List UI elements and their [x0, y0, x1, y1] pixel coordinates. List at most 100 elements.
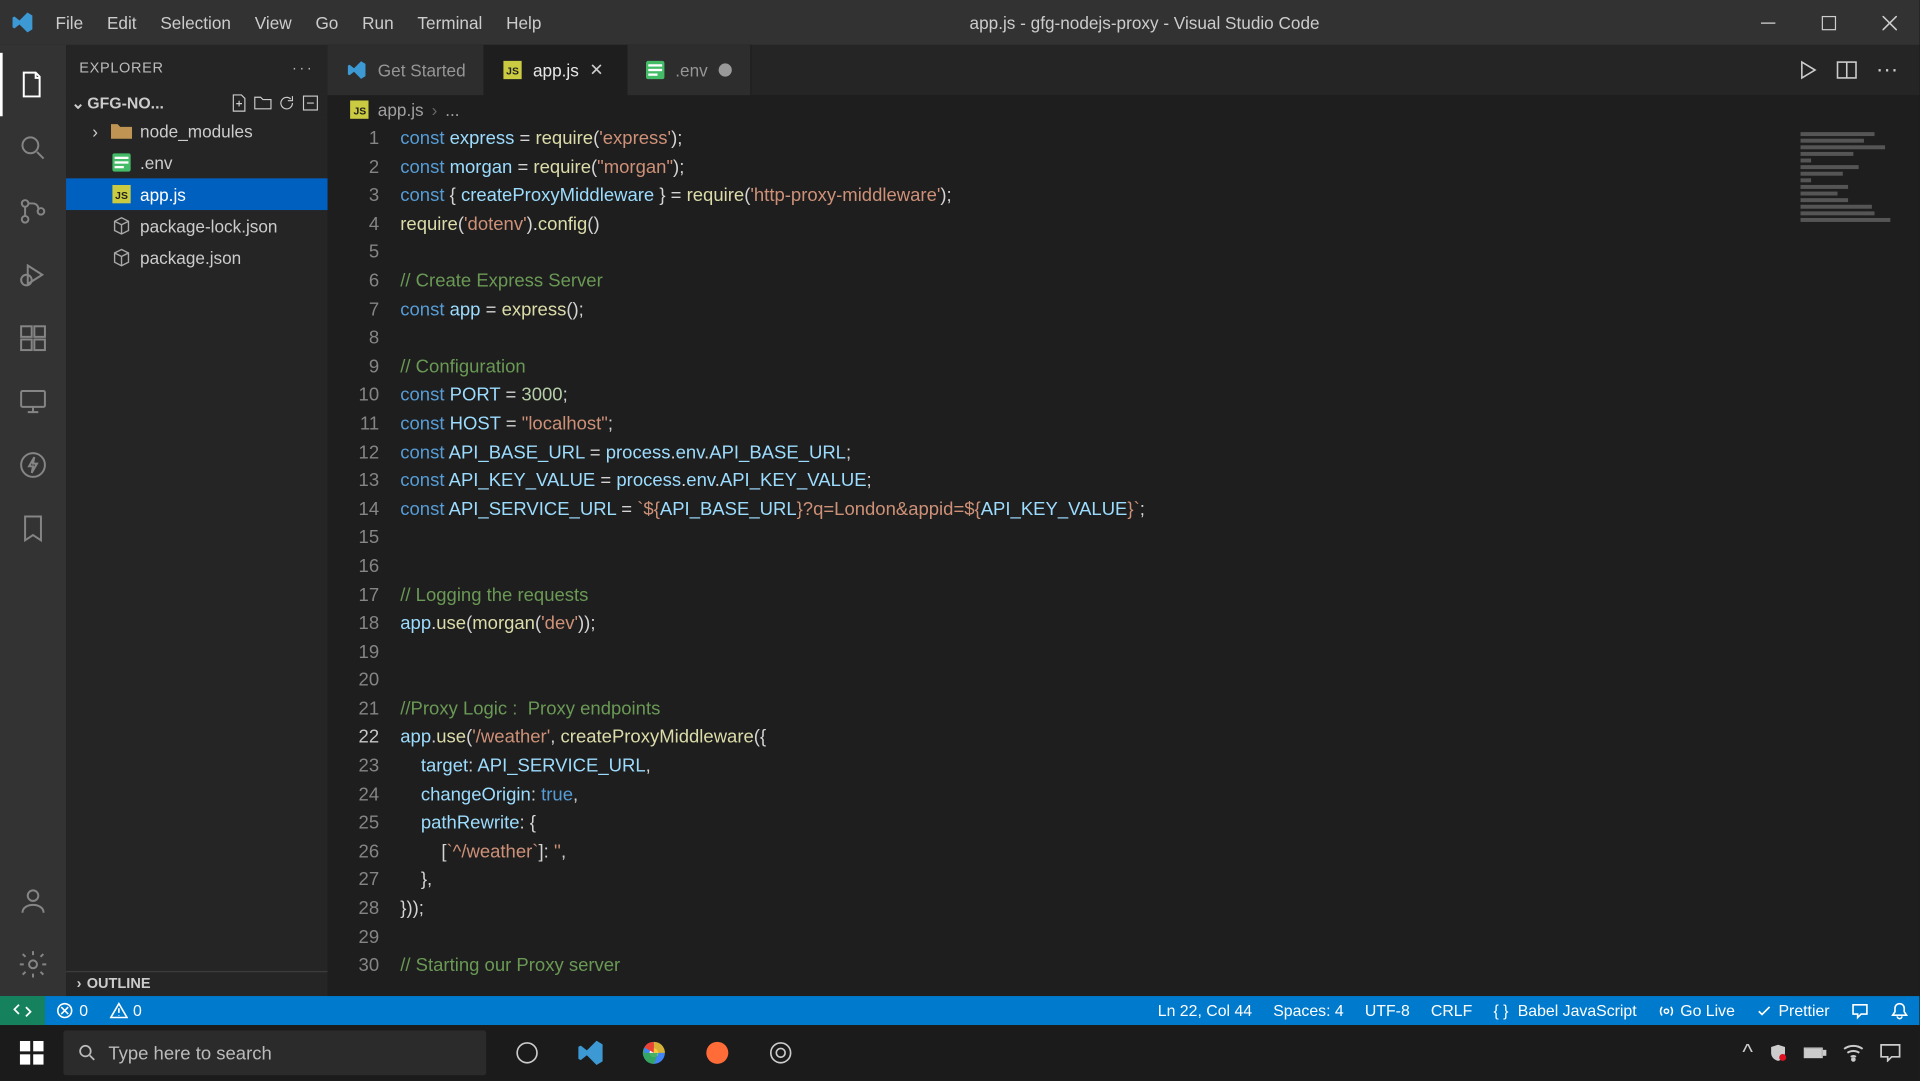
- system-tray[interactable]: ^: [1742, 1040, 1919, 1066]
- extensions-icon[interactable]: [0, 306, 66, 369]
- editor-tab[interactable]: .env: [628, 45, 752, 95]
- menu-run[interactable]: Run: [352, 7, 405, 37]
- run-icon[interactable]: [1797, 59, 1818, 80]
- title-bar: FileEditSelectionViewGoRunTerminalHelp a…: [0, 0, 1919, 45]
- tray-battery-icon[interactable]: [1803, 1045, 1827, 1061]
- close-button[interactable]: [1859, 0, 1920, 45]
- tab-file-icon: [646, 61, 664, 79]
- dirty-indicator-icon: [718, 63, 731, 76]
- maximize-button[interactable]: [1798, 0, 1859, 45]
- file-tree: › node_modules .env JS app.js package-lock.js…: [66, 115, 328, 274]
- env-file-icon: [111, 152, 132, 173]
- thunder-icon[interactable]: [0, 433, 66, 496]
- search-icon[interactable]: [0, 116, 66, 179]
- remote-explorer-icon[interactable]: [0, 370, 66, 433]
- file-tree-item[interactable]: .env: [66, 147, 328, 179]
- more-actions-icon[interactable]: ···: [1876, 57, 1898, 83]
- go-live[interactable]: Go Live: [1647, 1001, 1745, 1019]
- file-name: node_modules: [140, 121, 253, 141]
- chevron-right-icon: ›: [87, 121, 103, 141]
- menu-help[interactable]: Help: [496, 7, 552, 37]
- indentation[interactable]: Spaces: 4: [1263, 1001, 1355, 1019]
- chrome-taskbar-icon[interactable]: [624, 1025, 685, 1080]
- taskbar-search[interactable]: Type here to search: [63, 1030, 486, 1075]
- breadcrumb[interactable]: JS app.js › ...: [328, 95, 1920, 124]
- close-tab-icon[interactable]: ✕: [589, 59, 607, 80]
- svg-text:JS: JS: [354, 106, 367, 117]
- chevron-down-icon: ⌄: [71, 94, 84, 112]
- warnings-indicator[interactable]: 0: [99, 1001, 153, 1019]
- tab-label: Get Started: [378, 60, 466, 80]
- outline-section[interactable]: › OUTLINE: [66, 971, 328, 996]
- collapse-icon[interactable]: [301, 94, 319, 112]
- remote-indicator[interactable]: [0, 996, 45, 1025]
- menu-terminal[interactable]: Terminal: [407, 7, 493, 37]
- debug-icon[interactable]: [0, 243, 66, 306]
- new-folder-icon[interactable]: [254, 94, 272, 112]
- menu-go[interactable]: Go: [305, 7, 349, 37]
- editor-area: Get StartedJSapp.js✕.env ··· JS app.js ›…: [328, 45, 1920, 996]
- folder-header[interactable]: ⌄GFG-NO...: [66, 91, 328, 115]
- tab-file-icon: JS: [504, 61, 522, 79]
- menu-file[interactable]: File: [45, 7, 94, 37]
- vscode-taskbar-icon[interactable]: [560, 1025, 621, 1080]
- file-name: package.json: [140, 248, 241, 268]
- menu-bar: FileEditSelectionViewGoRunTerminalHelp: [45, 7, 552, 37]
- split-editor-icon[interactable]: [1836, 59, 1857, 80]
- taskbar-search-placeholder: Type here to search: [108, 1042, 271, 1063]
- menu-view[interactable]: View: [244, 7, 302, 37]
- explorer-icon[interactable]: [0, 53, 66, 116]
- tab-file-icon: [346, 59, 367, 80]
- editor-tab[interactable]: Get Started: [328, 45, 486, 95]
- outline-label: OUTLINE: [87, 976, 151, 992]
- new-file-icon[interactable]: [230, 94, 248, 112]
- postman-taskbar-icon[interactable]: [687, 1025, 748, 1080]
- cortana-icon[interactable]: [497, 1025, 558, 1080]
- settings-gear-icon[interactable]: [0, 933, 66, 996]
- tray-action-center-icon[interactable]: [1880, 1044, 1901, 1062]
- file-name: .env: [140, 153, 172, 173]
- svg-text:JS: JS: [115, 191, 128, 202]
- code-editor[interactable]: 1234567891011121314151617181920212223242…: [328, 124, 1920, 996]
- start-button[interactable]: [0, 1025, 63, 1080]
- minimap[interactable]: [1787, 124, 1919, 996]
- cursor-position[interactable]: Ln 22, Col 44: [1147, 1001, 1262, 1019]
- bookmark-icon[interactable]: [0, 497, 66, 560]
- window-title: app.js - gfg-nodejs-proxy - Visual Studi…: [552, 13, 1737, 33]
- tray-security-icon[interactable]: [1769, 1044, 1787, 1062]
- refresh-icon[interactable]: [277, 94, 295, 112]
- activity-bar: [0, 45, 66, 996]
- editor-tabs: Get Started JSapp.js✕ .env ···: [328, 45, 1920, 95]
- js-file-icon: JS: [349, 99, 370, 120]
- feedback-icon[interactable]: [1840, 1001, 1880, 1019]
- tab-label: .env: [675, 60, 707, 80]
- file-tree-item[interactable]: JS app.js: [66, 178, 328, 210]
- tray-wifi-icon[interactable]: [1843, 1044, 1864, 1062]
- pkg-file-icon: [111, 247, 132, 268]
- sidebar: EXPLORER ··· ⌄GFG-NO... ›node_modules.en…: [66, 45, 328, 996]
- file-tree-item[interactable]: › node_modules: [66, 115, 328, 147]
- language-mode[interactable]: { }Babel JavaScript: [1483, 1001, 1647, 1019]
- encoding[interactable]: UTF-8: [1354, 1001, 1420, 1019]
- file-name: app.js: [140, 184, 186, 204]
- menu-edit[interactable]: Edit: [96, 7, 147, 37]
- tray-chevron-icon[interactable]: ^: [1742, 1040, 1753, 1066]
- menu-selection[interactable]: Selection: [150, 7, 242, 37]
- errors-indicator[interactable]: 0: [45, 1001, 99, 1019]
- prettier[interactable]: Prettier: [1745, 1001, 1840, 1019]
- obs-taskbar-icon[interactable]: [750, 1025, 811, 1080]
- breadcrumb-rest: ...: [445, 100, 459, 120]
- file-tree-item[interactable]: package.json: [66, 242, 328, 274]
- pkg-file-icon: [111, 215, 132, 236]
- minimize-button[interactable]: [1737, 0, 1798, 45]
- js-file-icon: JS: [111, 184, 132, 205]
- editor-tab[interactable]: JSapp.js✕: [485, 45, 627, 95]
- notifications-icon[interactable]: [1880, 1001, 1920, 1019]
- eol[interactable]: CRLF: [1420, 1001, 1483, 1019]
- svg-text:JS: JS: [507, 67, 520, 78]
- accounts-icon[interactable]: [0, 869, 66, 932]
- file-tree-item[interactable]: package-lock.json: [66, 210, 328, 242]
- sidebar-more-icon[interactable]: ···: [292, 60, 314, 76]
- breadcrumb-file: app.js: [378, 100, 424, 120]
- source-control-icon[interactable]: [0, 180, 66, 243]
